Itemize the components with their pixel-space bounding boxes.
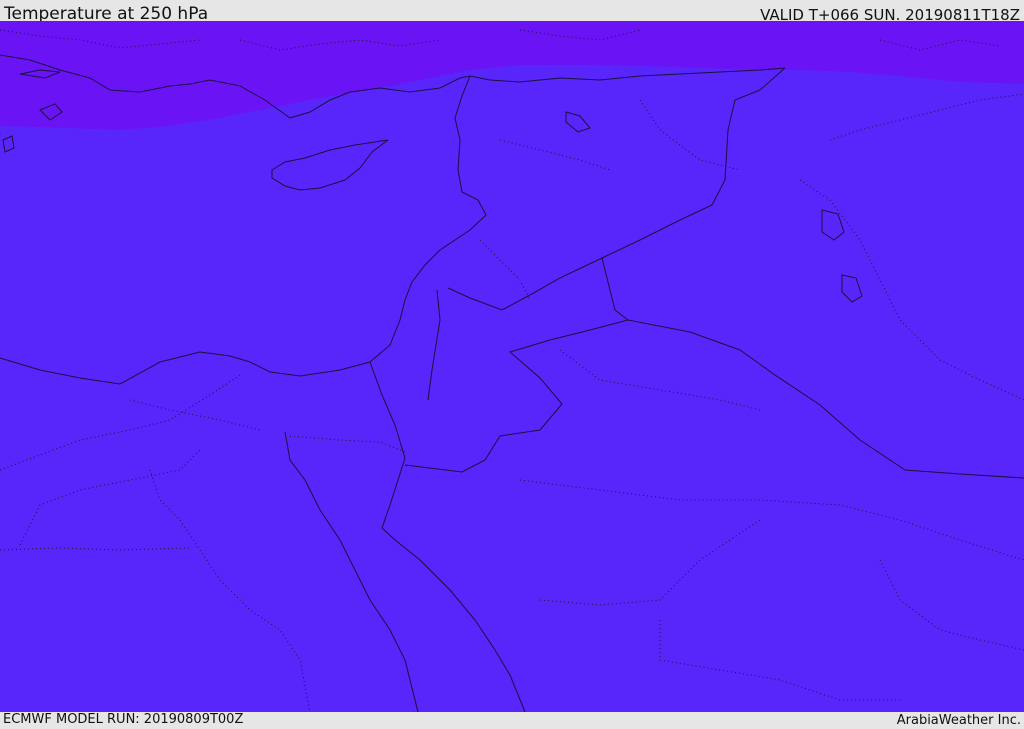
- temperature-map: [0, 21, 1024, 712]
- header-bar: Temperature at 250 hPa VALID T+066 SUN. …: [0, 0, 1024, 24]
- model-run-label: ECMWF MODEL RUN: 20190809T00Z: [3, 712, 244, 727]
- footer-bar: ECMWF MODEL RUN: 20190809T00Z ArabiaWeat…: [0, 712, 1024, 729]
- credit-label: ArabiaWeather Inc.: [896, 713, 1021, 728]
